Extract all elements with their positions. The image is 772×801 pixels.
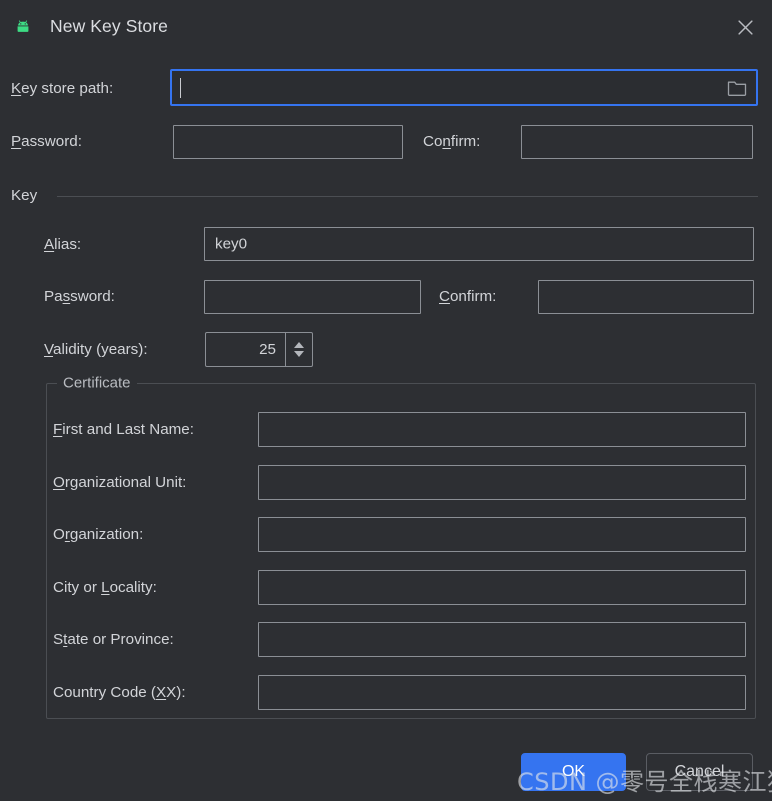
organizational-unit-input[interactable]	[258, 465, 746, 500]
validity-label: Validity (years):	[44, 341, 148, 358]
organization-label: Organization:	[53, 526, 144, 543]
key-password-label: Password:	[44, 288, 115, 305]
state-or-province-input[interactable]	[258, 622, 746, 657]
close-icon[interactable]	[730, 12, 760, 42]
key-store-path-label: Key store path:	[11, 80, 114, 97]
keystore-password-label: Password:	[11, 133, 82, 150]
city-or-locality-label: City or Locality:	[53, 579, 157, 596]
title-bar: New Key Store	[0, 0, 772, 53]
organizational-unit-label: Organizational Unit:	[53, 474, 187, 491]
cancel-button[interactable]: Cancel	[646, 753, 753, 791]
alias-input[interactable]: key0	[204, 227, 754, 261]
chevron-up-icon[interactable]	[294, 342, 304, 348]
first-and-last-name-input[interactable]	[258, 412, 746, 447]
keystore-password-input[interactable]	[173, 125, 403, 159]
key-section-divider	[57, 196, 758, 197]
country-code-input[interactable]	[258, 675, 746, 710]
key-section-title: Key	[11, 187, 38, 204]
keystore-confirm-input[interactable]	[521, 125, 753, 159]
key-password-input[interactable]	[204, 280, 421, 314]
folder-icon[interactable]	[726, 77, 748, 99]
key-confirm-label: Confirm:	[439, 288, 497, 305]
keystore-confirm-label: Confirm:	[423, 133, 481, 150]
window-title: New Key Store	[50, 16, 169, 36]
city-or-locality-input[interactable]	[258, 570, 746, 605]
alias-label: Alias:	[44, 236, 82, 253]
validity-stepper[interactable]: 25	[205, 332, 313, 367]
certificate-legend: Certificate	[57, 374, 137, 392]
organization-input[interactable]	[258, 517, 746, 552]
validity-stepper-buttons[interactable]	[285, 333, 312, 366]
validity-value[interactable]: 25	[206, 333, 285, 366]
country-code-label: Country Code (XX):	[53, 684, 186, 701]
ok-button[interactable]: OK	[521, 753, 626, 791]
chevron-down-icon[interactable]	[294, 351, 304, 357]
text-caret	[180, 78, 181, 98]
state-or-province-label: State or Province:	[53, 631, 174, 648]
key-store-path-input[interactable]	[170, 69, 758, 106]
key-confirm-input[interactable]	[538, 280, 754, 314]
android-icon	[12, 16, 34, 38]
first-and-last-name-label: First and Last Name:	[53, 421, 194, 438]
